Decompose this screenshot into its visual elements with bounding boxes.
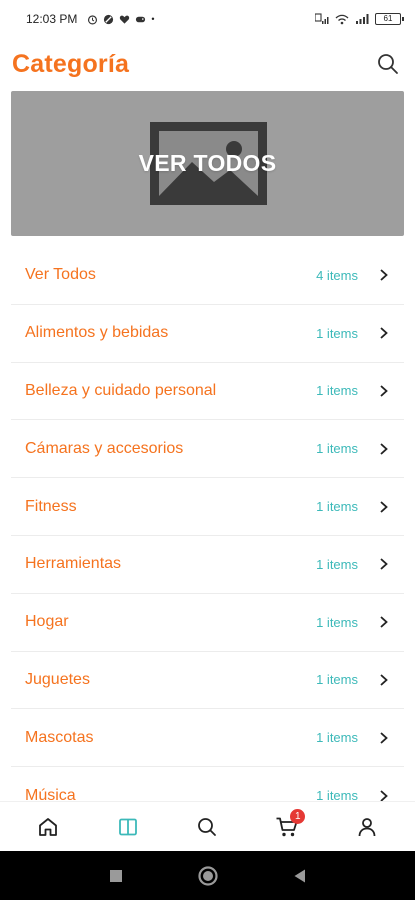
- chevron-right-icon: [380, 674, 388, 686]
- nav-search[interactable]: [185, 807, 229, 847]
- category-name: Ver Todos: [25, 266, 96, 284]
- user-icon: [358, 817, 376, 836]
- square-icon: [109, 869, 122, 882]
- system-nav-bar: [0, 851, 415, 900]
- no-entry-icon: [104, 14, 114, 24]
- category-name: Hogar: [25, 613, 69, 631]
- category-name: Herramientas: [25, 555, 122, 573]
- battery-icon: 61: [375, 13, 404, 25]
- chevron-right-icon: [380, 732, 388, 744]
- chevron-right-icon: [380, 789, 388, 801]
- book-open-icon: [118, 818, 137, 835]
- nav-categories[interactable]: [106, 807, 150, 847]
- signal-bars-icon: [356, 14, 369, 24]
- nav-cart[interactable]: 1: [265, 807, 309, 847]
- category-name: Cámaras y accesorios: [25, 439, 184, 457]
- chevron-right-icon: [380, 500, 388, 513]
- chevron-right-icon: [380, 385, 388, 397]
- category-name: Música: [25, 786, 76, 801]
- category-row-juguetes[interactable]: Juguetes 1 items: [11, 652, 404, 710]
- circle-icon: [197, 865, 218, 886]
- status-time: 12:03 PM: [26, 12, 78, 26]
- category-row-ver-todos[interactable]: Ver Todos 4 items: [11, 247, 404, 305]
- bottom-nav: 1: [0, 801, 415, 851]
- search-icon: [198, 817, 217, 836]
- category-count: 1 items: [316, 383, 358, 399]
- category-row-belleza[interactable]: Belleza y cuidado personal 1 items: [11, 363, 404, 421]
- category-count: 1 items: [316, 499, 358, 515]
- dot-icon: •: [151, 14, 155, 24]
- cart-badge: 1: [290, 808, 306, 824]
- category-count: 1 items: [316, 441, 358, 457]
- category-row-hogar[interactable]: Hogar 1 items: [11, 594, 404, 652]
- category-name: Belleza y cuidado personal: [25, 381, 217, 399]
- heart-icon: [120, 15, 130, 24]
- category-count: 4 items: [316, 267, 358, 283]
- back-triangle-icon: [294, 869, 305, 882]
- chevron-right-icon: [380, 616, 388, 628]
- category-list: Ver Todos 4 items Alimentos y bebidas 1 …: [11, 247, 404, 801]
- category-count: 1 items: [316, 325, 358, 341]
- home-system-button[interactable]: [196, 864, 220, 888]
- nav-home[interactable]: [26, 807, 70, 847]
- category-row-musica[interactable]: Música 1 items: [11, 767, 404, 801]
- category-count: 1 items: [316, 556, 358, 572]
- recents-button[interactable]: [104, 864, 128, 888]
- category-name: Fitness: [25, 497, 77, 515]
- app-header: Categoría: [0, 38, 415, 90]
- category-row-mascotas[interactable]: Mascotas 1 items: [11, 709, 404, 768]
- status-bar: 12:03 PM • 61: [0, 0, 415, 38]
- chevron-right-icon: [380, 269, 388, 282]
- alarm-icon: [88, 14, 98, 24]
- banner-label: VER TODOS: [138, 150, 277, 176]
- category-row-camaras[interactable]: Cámaras y accesorios 1 items: [11, 420, 404, 479]
- chevron-right-icon: [380, 558, 388, 571]
- category-name: Juguetes: [25, 670, 90, 688]
- category-count: 1 items: [316, 788, 358, 801]
- category-count: 1 items: [316, 614, 358, 630]
- category-name: Mascotas: [25, 728, 94, 746]
- signal-icon: [315, 13, 329, 24]
- search-icon: [378, 54, 398, 74]
- chevron-right-icon: [380, 443, 388, 455]
- back-button[interactable]: [288, 864, 312, 888]
- page-title: Categoría: [12, 49, 130, 78]
- home-icon: [38, 817, 57, 836]
- category-name: Alimentos y bebidas: [25, 324, 169, 342]
- category-row-herramientas[interactable]: Herramientas 1 items: [11, 536, 404, 594]
- game-icon: [136, 16, 146, 22]
- category-row-alimentos[interactable]: Alimentos y bebidas 1 items: [11, 305, 404, 363]
- category-row-fitness[interactable]: Fitness 1 items: [11, 478, 404, 536]
- chevron-right-icon: [380, 327, 388, 339]
- all-categories-banner[interactable]: VER TODOS: [11, 91, 404, 236]
- category-count: 1 items: [316, 672, 358, 688]
- wifi-icon: [335, 14, 349, 25]
- search-button[interactable]: [373, 49, 403, 79]
- category-count: 1 items: [316, 730, 358, 746]
- nav-profile[interactable]: [345, 807, 389, 847]
